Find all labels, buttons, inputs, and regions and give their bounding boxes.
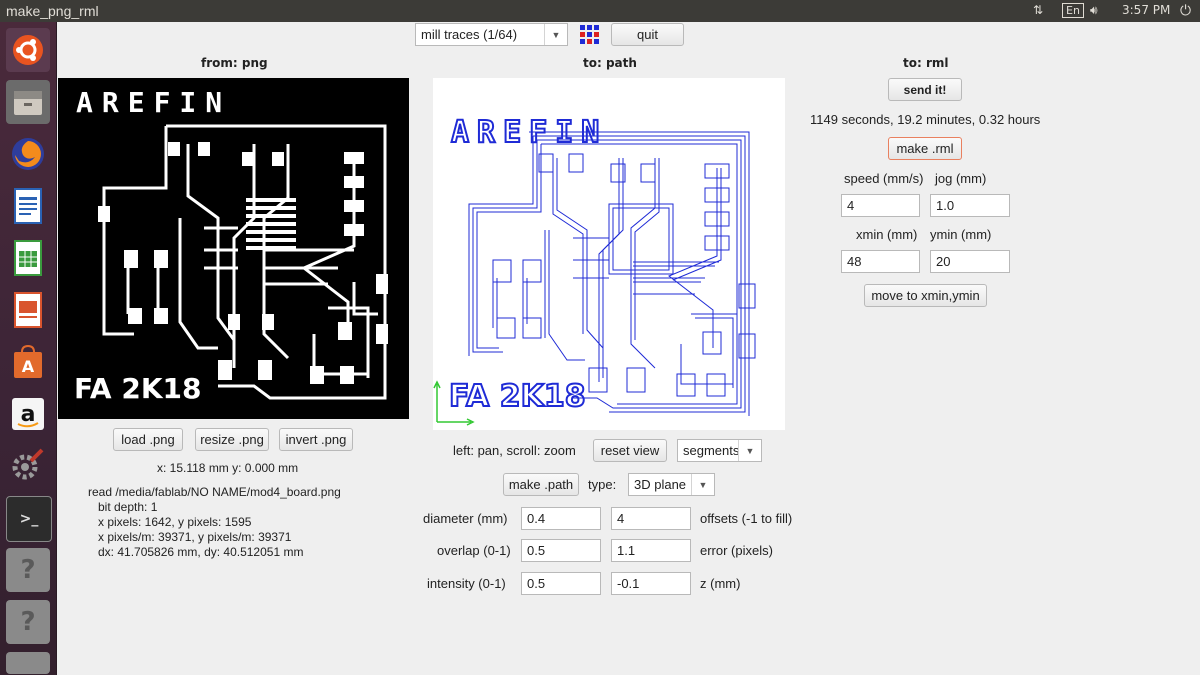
launcher: A a >_ ? ? [0,22,57,675]
to-path-header: to: path [583,56,637,70]
diameter-field[interactable]: 0.4 [521,507,601,530]
speed-field[interactable]: 4 [841,194,920,217]
type-select-value: 3D plane [634,477,687,492]
jog-label: jog (mm) [935,171,987,186]
power-icon[interactable]: ⏻ [1180,3,1191,19]
error-label: error (pixels) [700,543,773,558]
board-label-bottom: FA 2K18 [74,372,201,405]
top-panel: make_png_rml ⇅ En 🔊︎ 3:57 PM ⏻ [0,0,1200,22]
intensity-label: intensity (0-1) [427,576,506,591]
unknown-app-icon[interactable]: ? [6,548,50,592]
from-png-header: from: png [201,56,268,70]
make-rml-button[interactable]: make .rml [888,137,962,160]
time-estimate: 1149 seconds, 19.2 minutes, 0.32 hours [810,112,1041,127]
offsets-field[interactable]: 4 [611,507,691,530]
offsets-label: offsets (-1 to fill) [700,511,793,526]
quit-button[interactable]: quit [611,23,684,46]
files-icon[interactable] [6,80,50,124]
board-label-top: AREFIN [76,86,231,119]
window-title: make_png_rml [6,3,99,19]
app-window: mill traces (1/64) ▼ quit from: png to: … [57,22,1200,675]
path-canvas[interactable]: AREFIN FA 2K18 [433,78,785,430]
nav-hint: left: pan, scroll: zoom [453,443,576,458]
png-info-line: read /media/fablab/NO NAME/mod4_board.pn… [88,485,341,499]
ymin-field[interactable]: 20 [930,250,1010,273]
move-to-xmin-ymin-button[interactable]: move to xmin,ymin [864,284,987,307]
unknown-app-icon[interactable]: ? [6,600,50,644]
jog-field[interactable]: 1.0 [930,194,1010,217]
volume-icon[interactable]: 🔊︎ [1090,3,1098,18]
png-info-line: dx: 41.705826 mm, dy: 40.512051 mm [88,545,304,559]
path-label-bottom: FA 2K18 [449,379,586,414]
svg-text:A: A [22,357,35,376]
impress-icon[interactable] [6,288,50,332]
network-icon[interactable]: ⇅ [1033,3,1043,17]
resize-png-button[interactable]: resize .png [195,428,269,451]
mode-select[interactable]: mill traces (1/64) ▼ [415,23,568,46]
chevron-down-icon: ▼ [544,24,567,45]
chevron-down-icon: ▼ [738,440,761,461]
xmin-label: xmin (mm) [856,227,918,242]
overlap-label: overlap (0-1) [437,543,511,558]
fab-logo-icon [579,24,601,46]
firefox-icon[interactable] [6,132,50,176]
amazon-icon[interactable]: a [6,392,50,436]
xmin-field[interactable]: 48 [841,250,920,273]
png-info-line: x pixels/m: 39371, y pixels/m: 39371 [88,530,292,544]
z-field[interactable]: -0.1 [611,572,691,595]
png-info-line: bit depth: 1 [88,500,158,514]
view-select[interactable]: segments ▼ [677,439,762,462]
ymin-label: ymin (mm) [930,227,992,242]
clock[interactable]: 3:57 PM [1122,3,1170,17]
png-info-line: x pixels: 1642, y pixels: 1595 [88,515,252,529]
terminal-icon[interactable]: >_ [6,496,52,542]
to-rml-header: to: rml [903,56,949,70]
cursor-coords: x: 15.118 mm y: 0.000 mm [157,461,299,475]
writer-icon[interactable] [6,184,50,228]
keyboard-lang-indicator[interactable]: En [1062,3,1084,18]
error-field[interactable]: 1.1 [611,539,691,562]
svg-text:a: a [21,402,36,427]
z-label: z (mm) [700,576,741,591]
make-path-button[interactable]: make .path [503,473,579,496]
speed-label: speed (mm/s) [844,171,924,186]
trash-icon[interactable] [6,652,50,674]
invert-png-button[interactable]: invert .png [279,428,353,451]
mode-select-value: mill traces (1/64) [421,27,518,42]
view-select-value: segments [683,443,739,458]
send-it-button[interactable]: send it! [888,78,962,101]
png-info: read /media/fablab/NO NAME/mod4_board.pn… [88,485,341,560]
type-label: type: [588,477,617,492]
overlap-field[interactable]: 0.5 [521,539,601,562]
diameter-label: diameter (mm) [423,511,508,526]
software-center-icon[interactable]: A [6,340,50,384]
type-select[interactable]: 3D plane ▼ [628,473,715,496]
png-canvas[interactable]: AREFIN FA 2K18 [58,78,409,419]
ubuntu-dash-icon[interactable] [6,28,50,72]
load-png-button[interactable]: load .png [113,428,183,451]
calc-icon[interactable] [6,236,50,280]
reset-view-button[interactable]: reset view [593,439,667,462]
chevron-down-icon: ▼ [691,474,714,495]
system-settings-icon[interactable] [6,444,50,488]
intensity-field[interactable]: 0.5 [521,572,601,595]
